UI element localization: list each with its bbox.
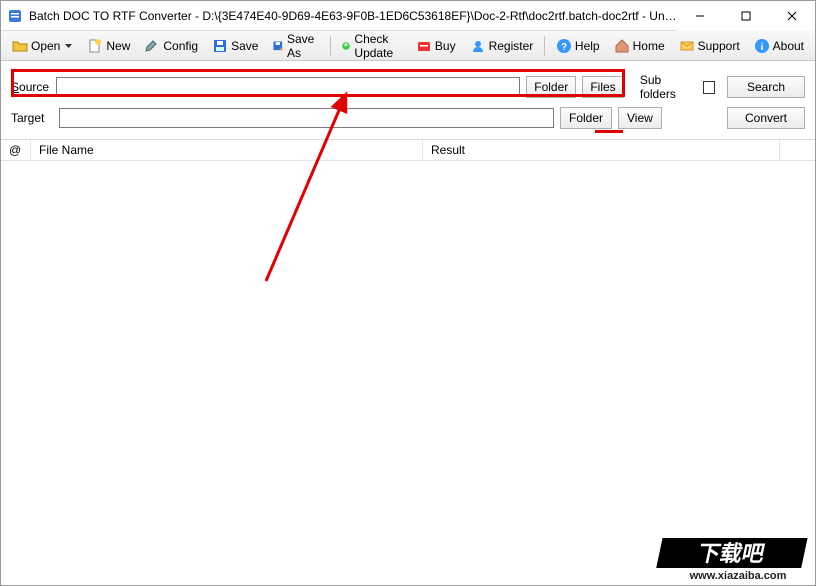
open-button[interactable]: Open xyxy=(5,35,80,57)
subfolders-label: Sub folders xyxy=(640,73,697,101)
folder-open-icon xyxy=(12,38,28,54)
maximize-button[interactable] xyxy=(723,1,769,31)
target-input[interactable] xyxy=(59,108,554,128)
save-as-icon xyxy=(272,38,284,54)
register-label: Register xyxy=(489,39,534,53)
search-button[interactable]: Search xyxy=(727,76,805,98)
source-input[interactable] xyxy=(56,77,520,97)
buy-label: Buy xyxy=(435,39,456,53)
svg-text:下载吧: 下载吧 xyxy=(696,541,767,566)
config-button[interactable]: Config xyxy=(137,35,205,57)
config-label: Config xyxy=(163,39,198,53)
col-result[interactable]: Result xyxy=(423,140,780,160)
col-filename[interactable]: File Name xyxy=(31,140,423,160)
svg-text:i: i xyxy=(760,42,763,53)
minimize-button[interactable] xyxy=(677,1,723,31)
separator xyxy=(544,36,545,56)
separator xyxy=(330,36,331,56)
support-button[interactable]: Support xyxy=(672,35,747,57)
about-label: About xyxy=(773,39,804,53)
close-button[interactable] xyxy=(769,1,815,31)
check-update-label: Check Update xyxy=(354,32,401,60)
home-icon xyxy=(614,38,630,54)
source-files-button[interactable]: Files xyxy=(582,76,624,98)
titlebar: Batch DOC TO RTF Converter - D:\{3E474E4… xyxy=(1,1,815,31)
save-button[interactable]: Save xyxy=(205,35,265,57)
dropdown-icon[interactable] xyxy=(63,44,73,48)
home-label: Home xyxy=(633,39,665,53)
subfolders-checkbox[interactable] xyxy=(703,81,715,94)
register-button[interactable]: Register xyxy=(463,35,541,57)
help-button[interactable]: ? Help xyxy=(549,35,607,57)
col-at[interactable]: @ xyxy=(1,140,31,160)
support-icon xyxy=(679,38,695,54)
file-list[interactable] xyxy=(1,161,815,539)
help-icon: ? xyxy=(556,38,572,54)
home-button[interactable]: Home xyxy=(607,35,672,57)
support-label: Support xyxy=(698,39,740,53)
check-update-button[interactable]: Check Update xyxy=(334,35,408,57)
target-view-button[interactable]: View xyxy=(618,107,662,129)
help-label: Help xyxy=(575,39,600,53)
save-as-button[interactable]: Save As xyxy=(265,35,325,57)
new-button[interactable]: New xyxy=(80,35,137,57)
save-label: Save xyxy=(231,39,258,53)
buy-button[interactable]: Buy xyxy=(409,35,463,57)
about-icon: i xyxy=(754,38,770,54)
watermark: 下载吧 www.xiazaiba.com xyxy=(643,536,813,582)
source-folder-button[interactable]: Folder xyxy=(526,76,576,98)
target-folder-button[interactable]: Folder xyxy=(560,107,612,129)
config-icon xyxy=(144,38,160,54)
source-label: Source xyxy=(11,80,50,94)
register-icon xyxy=(470,38,486,54)
convert-button[interactable]: Convert xyxy=(727,107,805,129)
open-label: Open xyxy=(31,39,60,53)
new-icon xyxy=(87,38,103,54)
list-header: @ File Name Result xyxy=(1,139,815,161)
about-button[interactable]: i About xyxy=(747,35,811,57)
save-icon xyxy=(212,38,228,54)
new-label: New xyxy=(106,39,130,53)
svg-text:?: ? xyxy=(561,42,567,53)
save-as-label: Save As xyxy=(287,32,319,60)
window-title: Batch DOC TO RTF Converter - D:\{3E474E4… xyxy=(29,9,677,23)
target-label: Target xyxy=(11,111,53,125)
annotation-underline xyxy=(595,130,623,133)
toolbar: Open New Config Save Save As Check Updat… xyxy=(1,31,815,61)
svg-text:www.xiazaiba.com: www.xiazaiba.com xyxy=(689,570,787,582)
app-icon xyxy=(7,8,23,24)
update-icon xyxy=(341,38,351,54)
buy-icon xyxy=(416,38,432,54)
